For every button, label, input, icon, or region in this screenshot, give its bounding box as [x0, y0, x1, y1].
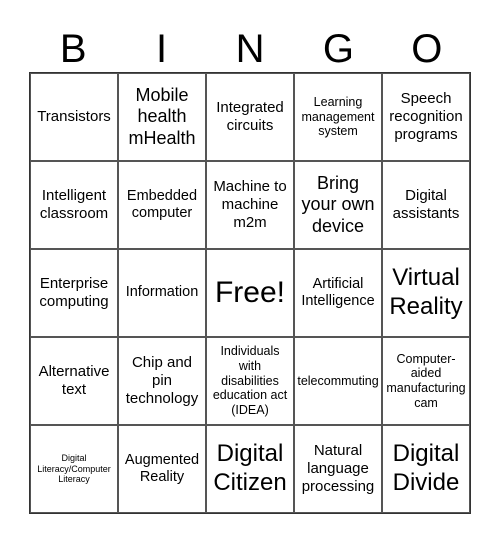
bingo-header: B I N G O — [29, 26, 471, 72]
bingo-cell[interactable]: telecommuting — [294, 337, 382, 425]
bingo-cell[interactable]: Artificial Intelligence — [294, 249, 382, 337]
header-letter-o: O — [411, 27, 443, 71]
bingo-grid: Transistors Mobile health mHealth Integr… — [29, 72, 471, 514]
bingo-cell[interactable]: Digital Literacy/Computer Literacy — [30, 425, 118, 513]
bingo-cell[interactable]: Intelligent classroom — [30, 161, 118, 249]
bingo-cell[interactable]: Integrated circuits — [206, 73, 294, 161]
bingo-cell[interactable]: Virtual Reality — [382, 249, 470, 337]
free-space-cell[interactable]: Free! — [206, 249, 294, 337]
bingo-cell[interactable]: Machine to machine m2m — [206, 161, 294, 249]
bingo-cell[interactable]: Computer-aided manufacturing cam — [382, 337, 470, 425]
bingo-cell[interactable]: Embedded computer — [118, 161, 206, 249]
bingo-cell[interactable]: Individuals with disabilities education … — [206, 337, 294, 425]
bingo-cell[interactable]: Transistors — [30, 73, 118, 161]
bingo-cell[interactable]: Digital assistants — [382, 161, 470, 249]
bingo-cell[interactable]: Information — [118, 249, 206, 337]
header-letter-n: N — [235, 27, 265, 71]
bingo-cell[interactable]: Augmented Reality — [118, 425, 206, 513]
bingo-cell[interactable]: Enterprise computing — [30, 249, 118, 337]
bingo-cell[interactable]: Alternative text — [30, 337, 118, 425]
bingo-cell[interactable]: Digital Citizen — [206, 425, 294, 513]
bingo-cell[interactable]: Chip and pin technology — [118, 337, 206, 425]
bingo-cell[interactable]: Speech recognition programs — [382, 73, 470, 161]
bingo-cell[interactable]: Natural language processing — [294, 425, 382, 513]
header-letter-i: I — [156, 27, 168, 71]
bingo-cell[interactable]: Mobile health mHealth — [118, 73, 206, 161]
bingo-cell[interactable]: Bring your own device — [294, 161, 382, 249]
bingo-cell[interactable]: Digital Divide — [382, 425, 470, 513]
header-letter-b: B — [59, 27, 87, 71]
header-letter-g: G — [322, 27, 354, 71]
bingo-cell[interactable]: Learning management system — [294, 73, 382, 161]
